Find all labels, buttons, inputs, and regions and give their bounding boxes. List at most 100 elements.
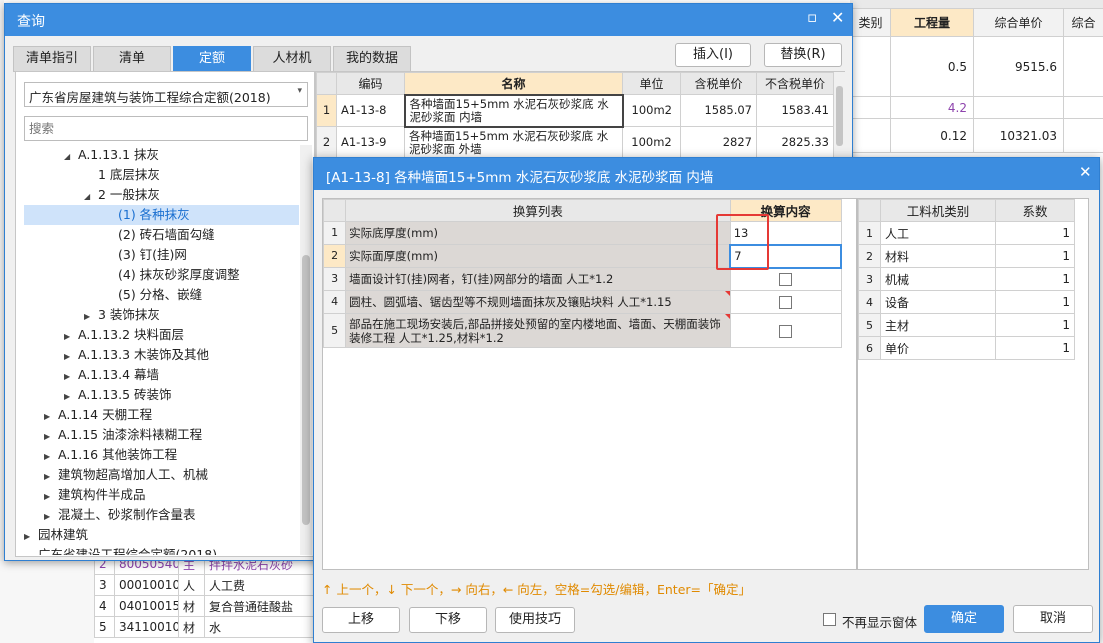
- caret-right-icon[interactable]: ▶: [44, 467, 58, 487]
- tree-scrollbar[interactable]: [300, 145, 312, 555]
- tree-node[interactable]: ◢ 2 一般抹灰: [24, 185, 299, 205]
- quota-select-value: 广东省房屋建筑与装饰工程综合定额(2018): [29, 90, 271, 105]
- tree-node-label: A.1.15 油漆涂料裱糊工程: [58, 427, 203, 442]
- tree-node[interactable]: ▶ 3 装饰抹灰: [24, 305, 299, 325]
- caret-right-icon[interactable]: ▶: [64, 367, 78, 387]
- no-show-checkbox[interactable]: [823, 613, 836, 626]
- tree-node[interactable]: ◢ A.1.13.1 抹灰: [24, 145, 299, 165]
- conv-checkbox[interactable]: [779, 273, 793, 287]
- caret-right-icon[interactable]: ▶: [44, 427, 58, 447]
- conversion-title-bar[interactable]: [A1-13-8] 各种墙面15+5mm 水泥石灰砂浆底 水泥砂浆面 内墙 ✕: [314, 158, 1099, 190]
- move-up-button[interactable]: 上移: [322, 607, 400, 633]
- result-scrollbar[interactable]: [834, 72, 845, 157]
- caret-right-icon[interactable]: ▶: [84, 307, 98, 327]
- ok-button[interactable]: 确定: [924, 605, 1004, 633]
- tree-node-label: 2 一般抹灰: [98, 187, 160, 202]
- conversion-list-panel: 换算列表 换算内容 1 实际底厚度(mm) 13 2 实际面厚度(mm) 7 3 墙面设计钉(挂…: [322, 198, 857, 570]
- result-scrollbar-thumb[interactable]: [836, 86, 843, 146]
- conv-row-value[interactable]: [729, 267, 842, 291]
- conversion-dialog: [A1-13-8] 各种墙面15+5mm 水泥石灰砂浆底 水泥砂浆面 内墙 ✕ …: [313, 157, 1100, 643]
- caret-right-icon[interactable]: ▶: [24, 527, 38, 547]
- bg-bottom-strip: [0, 561, 94, 643]
- conv-row[interactable]: 4 圆柱、圆弧墙、锯齿型等不规则墙面抹灰及镶贴块料 人工*1.15: [322, 290, 842, 314]
- minimize-icon[interactable]: ▫: [807, 8, 817, 26]
- conv-row-value[interactable]: [729, 290, 842, 314]
- conv-col-header: 换算列表: [345, 199, 731, 222]
- tab-2[interactable]: 清单: [93, 46, 171, 72]
- caret-right-icon[interactable]: ▶: [64, 327, 78, 347]
- conv-row[interactable]: 5 部品在施工现场安装后,部品拼接处预留的室内楼地面、墙面、天棚面装饰装修工程 人…: [322, 313, 842, 348]
- tree-node[interactable]: ▶ 建筑物超高增加人工、机械: [24, 465, 299, 485]
- bg-table-row: 4.2: [850, 96, 1103, 119]
- tree-node[interactable]: ▶ 建筑构件半成品: [24, 485, 299, 505]
- caret-right-icon[interactable]: ▶: [44, 507, 58, 527]
- tab-3[interactable]: 定额: [173, 46, 251, 72]
- tree-node[interactable]: 广东省建设工程综合定额(2018): [24, 545, 299, 555]
- result-row[interactable]: 2 A1-13-9 各种墙面15+5mm 水泥石灰砂浆底 水泥砂浆面 外墙 100m2…: [316, 126, 834, 159]
- mat-row[interactable]: 4 设备 1: [858, 290, 1075, 314]
- search-input[interactable]: [24, 116, 308, 141]
- material-panel: 工料机类别 系数 1 人工 1 2 材料 1 3 机械 1 4 设备 1 5 主材 1 6 单价 1: [857, 198, 1089, 570]
- bg-cell: [850, 118, 891, 153]
- tree-node[interactable]: ▶ A.1.13.3 木装饰及其他: [24, 345, 299, 365]
- conv-checkbox[interactable]: [779, 324, 793, 338]
- cancel-button[interactable]: 取消: [1013, 605, 1093, 633]
- tree-scrollbar-thumb[interactable]: [302, 255, 310, 525]
- tree-node[interactable]: ▶ A.1.14 天棚工程: [24, 405, 299, 425]
- caret-down-icon[interactable]: ◢: [64, 147, 78, 167]
- conv-row-value[interactable]: [729, 313, 842, 348]
- caret-right-icon[interactable]: ▶: [64, 387, 78, 407]
- tree-node[interactable]: ▶ A.1.13.5 砖装饰: [24, 385, 299, 405]
- mat-row[interactable]: 6 单价 1: [858, 336, 1075, 360]
- tree-node[interactable]: ▶ A.1.16 其他装饰工程: [24, 445, 299, 465]
- replace-button[interactable]: 替换(R): [764, 43, 842, 67]
- insert-button[interactable]: 插入(I): [675, 43, 751, 67]
- tree-node[interactable]: ▶ 混凝土、砂浆制作含量表: [24, 505, 299, 525]
- mat-cell[interactable]: 1: [995, 244, 1075, 268]
- result-row[interactable]: 1 A1-13-8 各种墙面15+5mm 水泥石灰砂浆底 水泥砂浆面 内墙 100m2…: [316, 93, 834, 128]
- move-down-button[interactable]: 下移: [409, 607, 487, 633]
- mat-cell[interactable]: 1: [995, 336, 1075, 360]
- mat-cell[interactable]: 1: [995, 267, 1075, 291]
- tree-node[interactable]: ▶ A.1.13.4 幕墙: [24, 365, 299, 385]
- close-icon[interactable]: ✕: [831, 8, 844, 27]
- quota-select[interactable]: 广东省房屋建筑与装饰工程综合定额(2018) ▾: [24, 82, 308, 107]
- tree-node[interactable]: 1 底层抹灰: [24, 165, 299, 185]
- caret-right-icon[interactable]: ▶: [44, 447, 58, 467]
- mat-row[interactable]: 3 机械 1: [858, 267, 1075, 291]
- mat-col-header: 系数: [995, 199, 1075, 222]
- tree-node[interactable]: (5) 分格、嵌缝: [24, 285, 299, 305]
- bg-cell: [1063, 118, 1103, 153]
- tab-1[interactable]: 清单指引: [13, 46, 91, 72]
- mat-cell[interactable]: 1: [995, 290, 1075, 314]
- close-icon[interactable]: ✕: [1079, 163, 1092, 181]
- tree-node[interactable]: ▶ A.1.13.2 块料面层: [24, 325, 299, 345]
- caret-right-icon[interactable]: ▶: [44, 407, 58, 427]
- caret-right-icon[interactable]: ▶: [44, 487, 58, 507]
- mat-cell[interactable]: 1: [995, 313, 1075, 337]
- tree-node[interactable]: (4) 抹灰砂浆厚度调整: [24, 265, 299, 285]
- query-title-bar[interactable]: 查询 ▫ ✕: [5, 4, 852, 36]
- result-col-header: 名称: [404, 72, 623, 95]
- tab-5[interactable]: 我的数据: [333, 46, 411, 72]
- tree-node[interactable]: (1) 各种抹灰: [24, 205, 299, 225]
- conv-checkbox[interactable]: [779, 296, 793, 309]
- mat-row[interactable]: 2 材料 1: [858, 244, 1075, 268]
- tree-node[interactable]: ▶ 园林建筑: [24, 525, 299, 545]
- result-col-header: 单位: [622, 72, 681, 95]
- mat-cell[interactable]: 1: [995, 221, 1075, 245]
- mat-row[interactable]: 1 人工 1: [858, 221, 1075, 245]
- tips-button[interactable]: 使用技巧: [495, 607, 575, 633]
- tree-node[interactable]: (2) 砖石墙面勾缝: [24, 225, 299, 245]
- mat-row[interactable]: 5 主材 1: [858, 313, 1075, 337]
- tree-node[interactable]: (3) 钉(挂)网: [24, 245, 299, 265]
- conv-row[interactable]: 3 墙面设计钉(挂)网者，钉(挂)网部分的墙面 人工*1.2: [322, 267, 842, 291]
- bg-table-row: 3 00010010 人人工费: [94, 574, 317, 596]
- caret-right-icon[interactable]: ▶: [64, 347, 78, 367]
- tree-node[interactable]: ▶ A.1.15 油漆涂料裱糊工程: [24, 425, 299, 445]
- conv-col-header: [322, 199, 347, 222]
- conv-row-label: 实际面厚度(mm): [345, 244, 731, 268]
- result-col-header: [316, 72, 337, 95]
- tab-4[interactable]: 人材机: [253, 46, 331, 72]
- caret-down-icon[interactable]: ◢: [84, 187, 98, 207]
